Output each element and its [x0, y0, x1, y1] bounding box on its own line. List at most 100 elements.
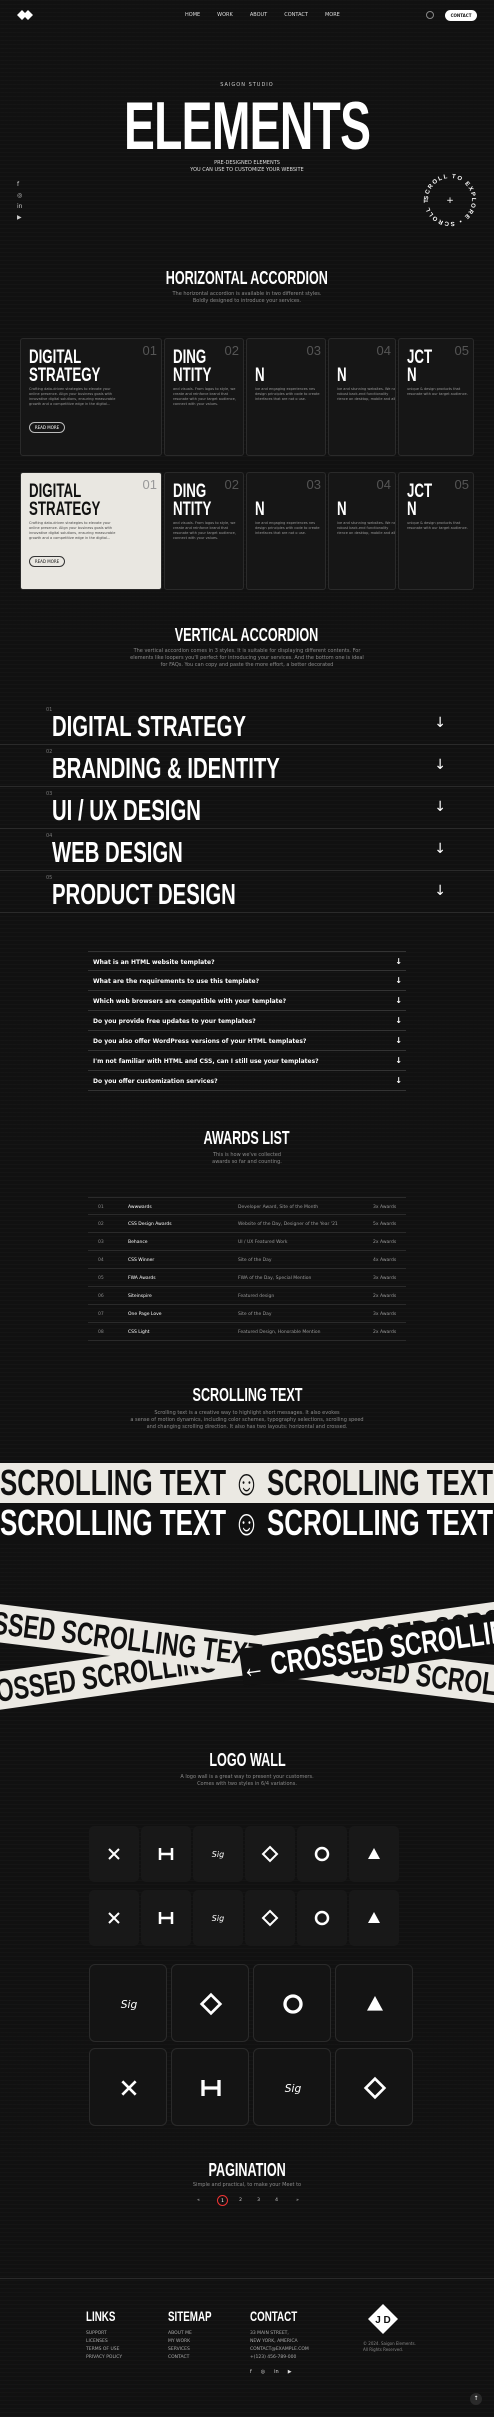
logo-cell[interactable]: [335, 2048, 413, 2126]
pagination-page-4[interactable]: 4: [271, 2195, 282, 2206]
logo-cell[interactable]: [335, 1964, 413, 2042]
v-item-digital-strategy[interactable]: 01 DIGITAL STRATEGY ↓: [0, 703, 494, 745]
h-panel-branding[interactable]: 02 DING NTITY and visuals. From logos to …: [164, 338, 244, 456]
panel-desc: and visuals. From logos to style, we cre…: [173, 387, 236, 406]
panel-title-line-2: N: [255, 499, 265, 520]
h-panel-web[interactable]: 04 N ive and stunning websites. We nd ro…: [328, 338, 396, 456]
logo-wall-title: LOGO WALL: [208, 1750, 286, 1770]
logo-cell[interactable]: [349, 1890, 399, 1946]
v-item-web[interactable]: 04 WEB DESIGN ↓: [0, 829, 494, 871]
pagination-title-wrap: PAGINATION: [0, 2160, 494, 2181]
nav-home[interactable]: HOME: [185, 12, 200, 18]
read-more-button[interactable]: READ MORE: [29, 556, 65, 567]
logo-cell[interactable]: [245, 1826, 295, 1882]
arrow-down-icon: ↓: [395, 1016, 402, 1025]
svg-text:Sig: Sig: [212, 1914, 224, 1923]
faq-item[interactable]: What is an HTML website template? ↓: [88, 951, 406, 971]
logo-cell[interactable]: [89, 1826, 139, 1882]
youtube-icon[interactable]: ▶: [288, 2368, 292, 2376]
ring-logo-icon: [314, 1846, 330, 1862]
back-to-top-button[interactable]: ↑: [470, 2393, 482, 2405]
logo-cell[interactable]: [297, 1826, 347, 1882]
contact-button[interactable]: CONTACT: [445, 10, 477, 21]
logo-icon[interactable]: [17, 9, 33, 21]
footer-link[interactable]: TERMS OF USE: [86, 2346, 128, 2354]
x-mark-logo-icon: [121, 2080, 137, 2096]
logo-cell[interactable]: Sig: [253, 2048, 331, 2126]
logo-cell[interactable]: [141, 1826, 191, 1882]
logo-cell[interactable]: Sig: [89, 1964, 167, 2042]
pagination-prev[interactable]: «: [193, 2195, 204, 2206]
facebook-icon[interactable]: f: [250, 2368, 252, 2376]
pagination-page-3[interactable]: 3: [253, 2195, 264, 2206]
footer-link[interactable]: PRIVACY POLICY: [86, 2354, 128, 2362]
faq-item[interactable]: Do you also offer WordPress versions of …: [88, 1031, 406, 1051]
award-number: 01: [98, 1205, 104, 1210]
logo-cell[interactable]: [297, 1890, 347, 1946]
sitemap-link[interactable]: ABOUT ME: [168, 2330, 230, 2338]
h-panel-product[interactable]: 05 JCT N unique & design products that re…: [398, 338, 474, 456]
contact-email[interactable]: CONTACT@EXAMPLE.COM: [250, 2346, 317, 2354]
h-panel-branding-2[interactable]: 02 DING NTITY and visuals. From logos to …: [164, 472, 244, 590]
scroll-explore-badge[interactable]: SCROLL TO EXPLORE • SCROLL TO EXPLORE • …: [420, 170, 480, 230]
facebook-icon[interactable]: f: [17, 182, 23, 188]
contact-phone[interactable]: +(123) 456-789-000: [250, 2354, 317, 2362]
nav-about[interactable]: ABOUT: [250, 12, 267, 18]
logo-cell[interactable]: [89, 2048, 167, 2126]
instagram-icon[interactable]: ◎: [17, 193, 23, 199]
nav-work[interactable]: WORK: [217, 12, 233, 18]
linkedin-icon[interactable]: in: [274, 2368, 279, 2376]
faq-item[interactable]: Do you offer customization services? ↓: [88, 1071, 406, 1091]
footer-link[interactable]: SUPPORT: [86, 2330, 128, 2338]
h-panel-digital-strategy[interactable]: 01 DIGITAL STRATEGY Crafting data-driven …: [20, 338, 162, 456]
faq-question: Do you provide free updates to your temp…: [93, 1018, 256, 1025]
logo-cell[interactable]: [253, 1964, 331, 2042]
vertical-sub-2: elements like loopers you'll perfect for…: [130, 655, 364, 661]
panel-number: 01: [142, 477, 157, 492]
panel-desc: ive and engaging experiences nes design …: [255, 387, 320, 401]
hero-title-wrap: ELEMENTS: [0, 92, 494, 160]
faq-item[interactable]: Which web browsers are compatible with y…: [88, 991, 406, 1011]
sitemap-link[interactable]: MY WORK: [168, 2338, 230, 2346]
item-title: PRODUCT DESIGN: [52, 879, 236, 911]
nav-more[interactable]: MORE: [325, 12, 340, 18]
v-item-product[interactable]: 05 PRODUCT DESIGN ↓: [0, 871, 494, 913]
logo-cell[interactable]: [245, 1890, 295, 1946]
logo-cell[interactable]: [89, 1890, 139, 1946]
logo-cell[interactable]: [349, 1826, 399, 1882]
faq-item[interactable]: Do you provide free updates to your temp…: [88, 1011, 406, 1031]
sitemap-link[interactable]: CONTACT: [168, 2354, 230, 2362]
sitemap-link[interactable]: SERVICES: [168, 2346, 230, 2354]
award-number: 07: [98, 1312, 104, 1317]
logo-cell[interactable]: Sig: [193, 1826, 243, 1882]
award-number: 08: [98, 1330, 104, 1335]
v-item-branding[interactable]: 02 BRANDING & IDENTITY ↓: [0, 745, 494, 787]
footer-logo-icon[interactable]: J D: [363, 2304, 403, 2334]
logo-cell[interactable]: [171, 2048, 249, 2126]
award-name: CSS Design Awards: [128, 1222, 172, 1227]
h-panel-web-2[interactable]: 04 N ive and stunning websites. We nd ro…: [328, 472, 396, 590]
v-item-uiux[interactable]: 03 UI / UX DESIGN ↓: [0, 787, 494, 829]
h-panel-product-2[interactable]: 05 JCT N unique & design products that re…: [398, 472, 474, 590]
pagination-next[interactable]: »: [292, 2195, 303, 2206]
svg-text:Sig: Sig: [212, 1850, 224, 1859]
youtube-icon[interactable]: ▶: [17, 215, 23, 221]
contact-address-1: 33 MAIN STREET,: [250, 2331, 289, 2336]
theme-toggle-icon[interactable]: [426, 11, 434, 19]
footer-link[interactable]: LICENSES: [86, 2338, 128, 2346]
read-more-button[interactable]: READ MORE: [29, 422, 65, 433]
h-panel-digital-strategy-light[interactable]: 01 DIGITAL STRATEGY Crafting data-driven …: [20, 472, 162, 590]
pagination-page-2[interactable]: 2: [235, 2195, 246, 2206]
logo-cell[interactable]: Sig: [193, 1890, 243, 1946]
faq-item[interactable]: I'm not familiar with HTML and CSS, can …: [88, 1051, 406, 1071]
linkedin-icon[interactable]: in: [17, 204, 23, 210]
nav-contact[interactable]: CONTACT: [284, 12, 308, 18]
award-desc: Website of the Day, Designer of the Year…: [238, 1222, 338, 1227]
logo-cell[interactable]: [171, 1964, 249, 2042]
faq-item[interactable]: What are the requirements to use this te…: [88, 971, 406, 991]
h-panel-uiux-2[interactable]: 03 N ive and engaging experiences nes de…: [246, 472, 326, 590]
pagination-page-1[interactable]: 1: [217, 2195, 228, 2206]
h-panel-uiux[interactable]: 03 N ive and engaging experiences nes de…: [246, 338, 326, 456]
logo-cell[interactable]: [141, 1890, 191, 1946]
instagram-icon[interactable]: ◎: [261, 2368, 265, 2376]
